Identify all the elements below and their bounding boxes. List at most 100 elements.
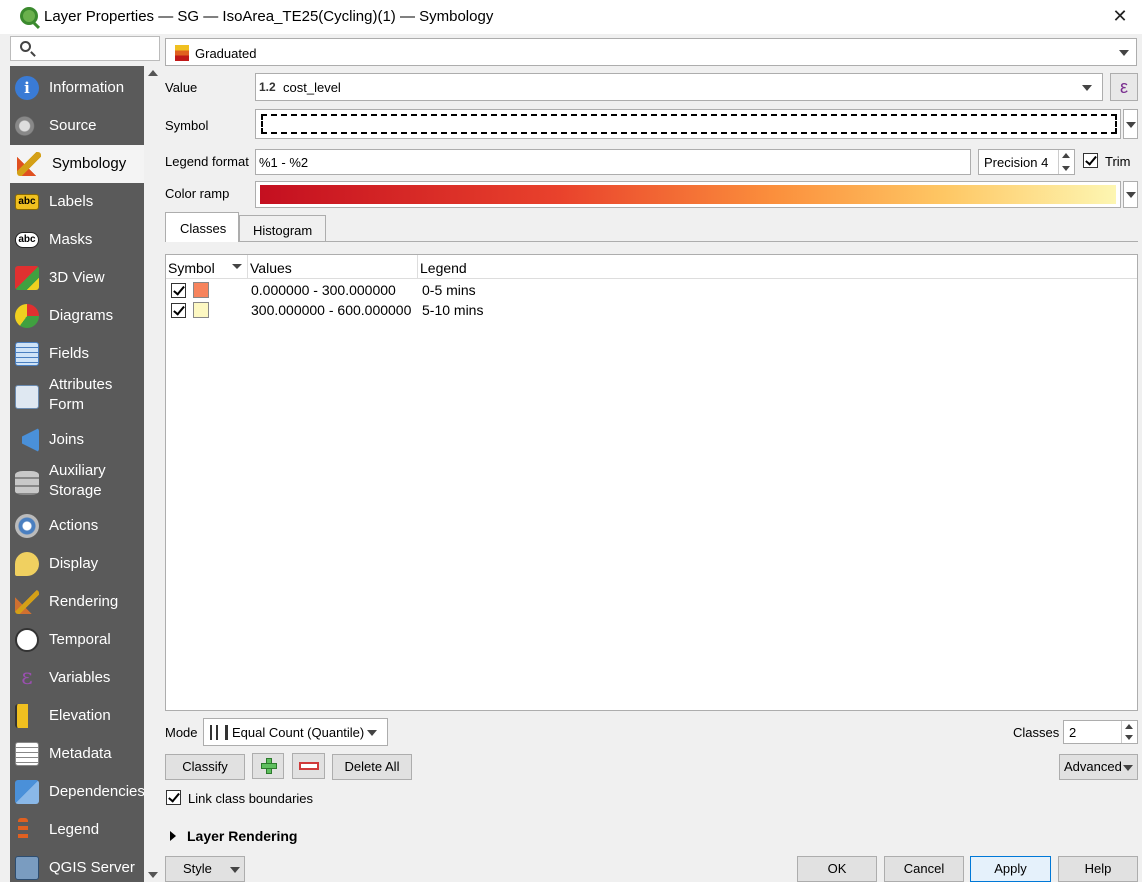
table-row[interactable]: 300.000000 - 600.000000 5-10 mins [166, 300, 1137, 320]
legend-icon [18, 818, 28, 842]
help-button[interactable]: Help [1058, 856, 1138, 882]
expand-arrow-icon[interactable] [170, 831, 176, 841]
labels-icon: abc [15, 194, 39, 210]
temporal-icon [15, 628, 39, 652]
class-color-swatch[interactable] [193, 302, 209, 318]
spin-down-icon[interactable] [1125, 735, 1133, 740]
sidebar-item-variables[interactable]: ε Variables [10, 659, 144, 697]
class-visible-checkbox[interactable] [171, 303, 186, 318]
precision-spinbox[interactable]: Precision 4 [978, 149, 1075, 175]
spin-up-icon[interactable] [1125, 724, 1133, 729]
cancel-button[interactable]: Cancel [884, 856, 964, 882]
sidebar-item-dependencies[interactable]: Dependencies [10, 773, 144, 811]
column-header-values[interactable]: Values [248, 255, 418, 279]
classes-table[interactable]: Symbol Values Legend 0.000000 - 300.0000… [165, 254, 1138, 711]
spin-arrows[interactable] [1121, 721, 1137, 743]
add-class-button[interactable] [252, 753, 284, 779]
help-button-label: Help [1084, 861, 1112, 876]
variables-icon: ε [21, 665, 33, 690]
apply-button[interactable]: Apply [970, 856, 1051, 882]
table-header: Symbol Values Legend [166, 255, 1137, 279]
delete-all-button[interactable]: Delete All [332, 754, 412, 780]
sidebar-item-information[interactable]: i Information [10, 69, 144, 107]
remove-class-button[interactable] [292, 753, 325, 779]
sidebar-item-actions[interactable]: Actions [10, 507, 144, 545]
sidebar-item-auxiliary-storage[interactable]: Auxiliary Storage [10, 459, 144, 507]
sidebar-item-metadata[interactable]: Metadata [10, 735, 144, 773]
scroll-down-arrow-icon[interactable] [148, 872, 158, 878]
column-header-symbol[interactable]: Symbol [166, 255, 248, 279]
search-input[interactable] [10, 36, 160, 61]
symbol-preview [261, 114, 1117, 134]
title-bar: Layer Properties — SG — IsoArea_TE25(Cyc… [0, 0, 1142, 34]
sidebar-item-source[interactable]: Source [10, 107, 144, 145]
close-button[interactable]: ✕ [1108, 5, 1132, 27]
sidebar-item-attributes-form[interactable]: Attributes Form [10, 373, 144, 421]
color-ramp-label: Color ramp [165, 186, 230, 201]
class-visible-checkbox[interactable] [171, 283, 186, 298]
cancel-button-label: Cancel [903, 861, 945, 876]
renderer-type-select[interactable]: Graduated [165, 38, 1137, 66]
trim-checkbox[interactable] [1083, 153, 1098, 168]
sidebar-item-3d-view[interactable]: 3D View [10, 259, 144, 297]
qgis-server-icon [15, 856, 39, 880]
sidebar-item-joins[interactable]: Joins [10, 421, 144, 459]
color-ramp-menu-button[interactable] [1123, 181, 1138, 208]
legend-format-value: %1 - %2 [259, 155, 309, 170]
scroll-up-arrow-icon[interactable] [148, 70, 158, 76]
spin-arrows[interactable] [1058, 150, 1074, 174]
classify-button-label: Classify [182, 759, 228, 774]
legend-format-label: Legend format [165, 154, 249, 169]
rendering-icon [15, 590, 39, 614]
class-values[interactable]: 300.000000 - 600.000000 [251, 302, 411, 318]
table-row[interactable]: 0.000000 - 300.000000 0-5 mins [166, 280, 1137, 300]
class-values[interactable]: 0.000000 - 300.000000 [251, 282, 396, 298]
tab-histogram[interactable]: Histogram [239, 215, 326, 242]
legend-format-input[interactable]: %1 - %2 [255, 149, 971, 175]
spin-down-icon[interactable] [1062, 166, 1070, 171]
mode-select[interactable]: Equal Count (Quantile) [203, 718, 388, 746]
sidebar-item-masks[interactable]: abc Masks [10, 221, 144, 259]
mode-label: Mode [165, 725, 198, 740]
sidebar-item-fields[interactable]: Fields [10, 335, 144, 373]
source-icon [15, 114, 39, 138]
sidebar-item-temporal[interactable]: Temporal [10, 621, 144, 659]
sidebar-scrollbar[interactable] [144, 66, 160, 882]
column-header-legend[interactable]: Legend [418, 255, 1137, 279]
classes-count-spinbox[interactable]: 2 [1063, 720, 1138, 744]
classes-count-value: 2 [1069, 725, 1077, 740]
tab-classes[interactable]: Classes [165, 212, 239, 242]
sidebar-item-diagrams[interactable]: Diagrams [10, 297, 144, 335]
sidebar-item-elevation[interactable]: Elevation [10, 697, 144, 735]
sidebar-item-qgis-server[interactable]: QGIS Server [10, 849, 144, 882]
class-color-swatch[interactable] [193, 282, 209, 298]
sort-arrow-icon [232, 264, 242, 269]
class-legend[interactable]: 0-5 mins [422, 282, 476, 298]
chevron-down-icon [1126, 122, 1136, 128]
expression-button[interactable]: ε [1110, 73, 1138, 101]
link-class-boundaries-label: Link class boundaries [188, 791, 314, 806]
color-ramp-button[interactable] [255, 181, 1121, 208]
advanced-button-label: Advanced [1064, 759, 1122, 774]
sidebar-item-rendering[interactable]: Rendering [10, 583, 144, 621]
symbol-button[interactable] [255, 109, 1121, 139]
sidebar-item-symbology[interactable]: Symbology [10, 145, 144, 183]
class-legend[interactable]: 5-10 mins [422, 302, 483, 318]
sidebar-item-legend[interactable]: Legend [10, 811, 144, 849]
style-button[interactable]: Style [165, 856, 245, 882]
ok-button[interactable]: OK [797, 856, 877, 882]
layer-rendering-section-header[interactable]: Layer Rendering [187, 828, 297, 844]
fields-icon [15, 342, 39, 366]
precision-value: Precision 4 [984, 155, 1049, 170]
masks-icon: abc [15, 232, 39, 248]
sidebar-item-display[interactable]: Display [10, 545, 144, 583]
link-class-boundaries-checkbox[interactable] [166, 790, 181, 805]
spin-up-icon[interactable] [1062, 153, 1070, 158]
graduated-renderer-icon [175, 45, 189, 61]
plus-icon-bar [261, 763, 277, 769]
value-field-select[interactable]: 1.2 cost_level [255, 73, 1103, 101]
advanced-button[interactable]: Advanced [1059, 754, 1138, 780]
sidebar-item-labels[interactable]: abc Labels [10, 183, 144, 221]
classify-button[interactable]: Classify [165, 754, 245, 780]
symbol-menu-button[interactable] [1123, 109, 1138, 139]
